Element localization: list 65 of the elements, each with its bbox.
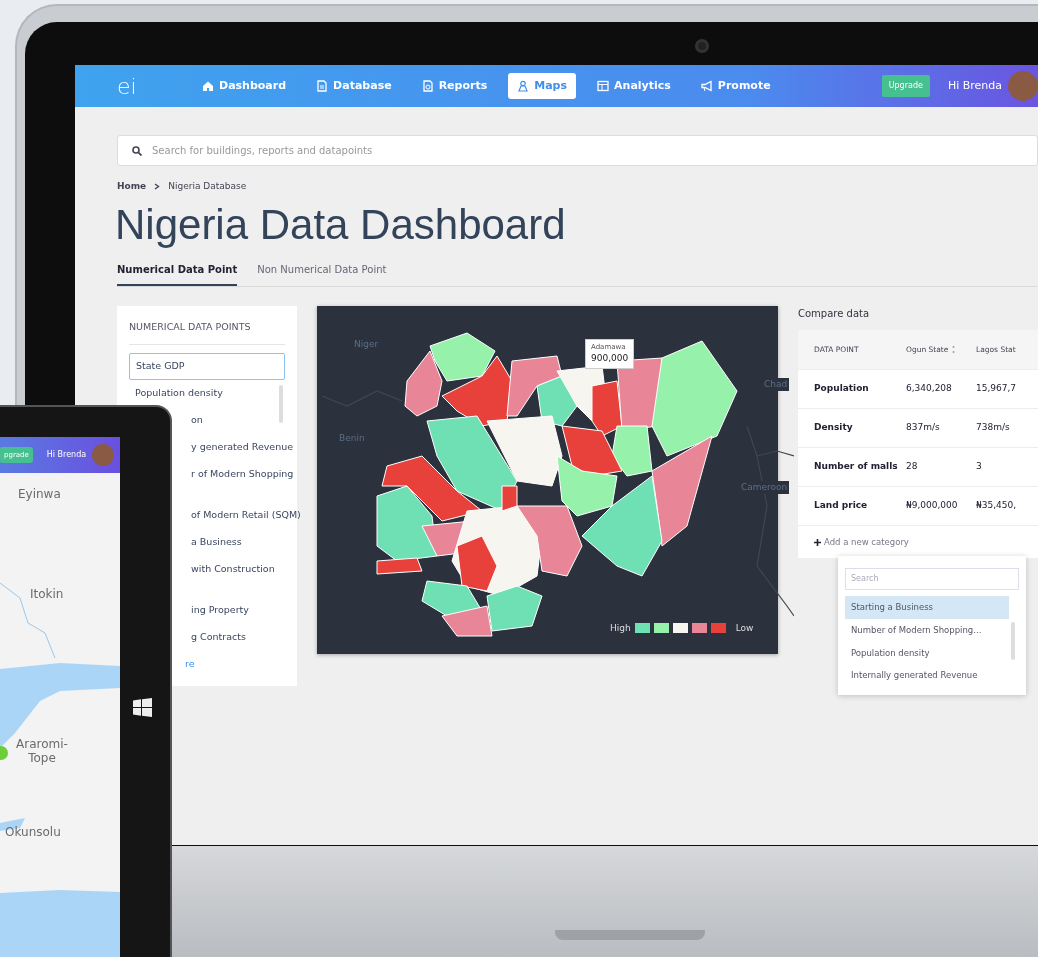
breadcrumb-link[interactable]: Home xyxy=(117,180,147,194)
table-cell-text: Population xyxy=(814,381,870,395)
table-cell-text: 738m/s xyxy=(976,420,1010,434)
avatar[interactable] xyxy=(92,444,115,466)
data-point-item[interactable]: State GDP xyxy=(129,352,285,380)
table-cell-text: 837m/s xyxy=(906,420,941,434)
legend-label: High xyxy=(610,621,631,635)
home-icon xyxy=(202,80,214,92)
table-cell-text: Number of malls xyxy=(814,459,899,473)
table-cell-text: ₦35,450, xyxy=(976,498,1017,512)
search-icon xyxy=(132,145,142,156)
table-cell-text: 15,967,7 xyxy=(976,381,1017,395)
megaphone-icon xyxy=(700,80,713,92)
plus-icon xyxy=(814,538,821,546)
data-point-item[interactable]: of Modern Retail (SQM) xyxy=(191,508,301,523)
place-label: Okunsolu xyxy=(5,825,61,840)
scrollbar[interactable] xyxy=(1011,622,1015,660)
place-label: Eyinwa xyxy=(18,487,61,502)
see-more-link[interactable]: re xyxy=(185,657,195,672)
search-field[interactable]: Search for buildings, reports and datapoints xyxy=(117,135,1038,166)
tooltip-value: 900,000 xyxy=(591,352,629,366)
country-label: Niger xyxy=(352,337,381,352)
data-point-item[interactable]: on xyxy=(191,413,203,428)
chevron-right-icon xyxy=(154,183,161,191)
avatar[interactable] xyxy=(1008,71,1038,101)
dropdown-option[interactable]: Internally generated Revenue xyxy=(845,664,1009,687)
place-label: Itokin xyxy=(30,587,64,602)
dropdown-option[interactable]: Number of Modern Shopping... xyxy=(845,618,1009,642)
greeting-text: Hi Brenda xyxy=(46,449,87,461)
document-icon xyxy=(421,80,434,92)
table-cell-text: ₦9,000,000 xyxy=(906,498,959,512)
data-point-item[interactable]: with Construction xyxy=(191,562,275,577)
panel-heading: NUMERICAL DATA POINTS xyxy=(129,319,285,345)
table-cell-text: 28 xyxy=(906,459,919,473)
data-point-item[interactable]: Population density xyxy=(129,379,285,407)
search-input[interactable]: Search for buildings, reports and datapoints xyxy=(150,142,750,159)
nigeria-map-drawing[interactable] xyxy=(376,332,738,637)
table-cell-text: 6,340,208 xyxy=(906,381,953,395)
person-pin-icon xyxy=(517,80,530,92)
data-point-item[interactable]: a Business xyxy=(191,535,242,550)
data-point-item[interactable]: r of Modern Shopping xyxy=(191,467,294,482)
data-point-item[interactable]: y generated Revenue xyxy=(191,440,294,455)
section-title: Compare data xyxy=(798,306,871,321)
country-label: Cameroon xyxy=(739,480,790,495)
sort-icon xyxy=(951,344,957,354)
country-label: Chad xyxy=(762,377,790,392)
legend-label: Low xyxy=(735,621,754,635)
greeting-text: Hi Brenda xyxy=(947,77,1002,94)
document-icon xyxy=(316,80,329,92)
data-tab[interactable]: Non Numerical Data Point xyxy=(257,261,387,286)
dropdown-option[interactable]: Starting a Business xyxy=(845,596,1009,619)
page-title: Nigeria Data Dashboard xyxy=(115,201,567,248)
table-cell-text: 3 xyxy=(976,459,982,473)
scrollbar[interactable] xyxy=(279,384,283,423)
data-tab[interactable]: Numerical Data Point xyxy=(117,261,238,286)
breadcrumb-link[interactable]: Nigeria Database xyxy=(168,180,247,194)
layout-icon xyxy=(597,80,610,92)
table-cell-text: Land price xyxy=(814,498,869,512)
table-cell-text: Density xyxy=(814,420,854,434)
dropdown-search-field[interactable]: Search xyxy=(845,568,1019,590)
data-point-item[interactable]: ing Property xyxy=(191,603,249,618)
place-label: Araromi-Tope xyxy=(15,737,69,766)
windows-logo-icon[interactable] xyxy=(133,698,152,717)
dropdown-option[interactable]: Population density xyxy=(845,641,1009,665)
data-point-item[interactable]: g Contracts xyxy=(191,630,246,645)
